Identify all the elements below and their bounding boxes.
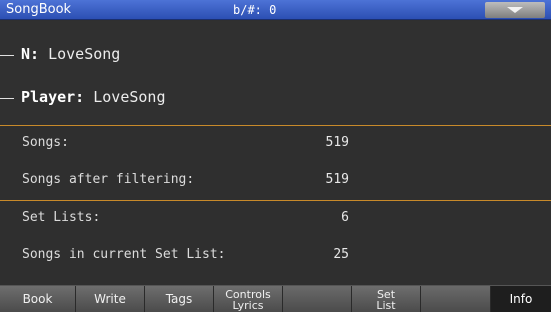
tab-lyrics-label: Lyrics	[232, 298, 264, 312]
n-marker-line	[0, 55, 14, 56]
tab-tags-label: Tags	[165, 292, 193, 306]
player-label: Player:	[21, 88, 85, 106]
tab-empty-1	[283, 286, 352, 312]
songs-value: 519	[325, 135, 349, 150]
n-name-field: N: LoveSong	[21, 45, 120, 63]
filtered-count-row: Songs after filtering: 519	[22, 172, 352, 187]
key-signature-indicator: b/#: 0	[233, 3, 277, 17]
tab-set-list[interactable]: Set List	[352, 286, 421, 312]
tab-info-label: Info	[509, 292, 533, 306]
setlists-label: Set Lists:	[22, 210, 101, 225]
filtered-label: Songs after filtering:	[22, 172, 195, 187]
tab-write[interactable]: Write	[76, 286, 145, 312]
tab-controls-label: Controls	[225, 287, 271, 301]
current-setlist-value: 25	[333, 247, 349, 262]
player-name-field: Player: LoveSong	[21, 88, 166, 106]
current-setlist-count-row: Songs in current Set List: 25	[22, 247, 352, 262]
tab-write-label: Write	[94, 292, 126, 306]
section-divider-middle	[0, 200, 551, 201]
title-bar: SongBook b/#: 0	[0, 0, 551, 20]
setlists-value: 6	[341, 210, 349, 225]
tab-info[interactable]: Info	[491, 286, 551, 312]
tab-book[interactable]: Book	[0, 286, 76, 312]
tab-tags[interactable]: Tags	[145, 286, 214, 312]
songs-count-row: Songs: 519	[22, 135, 352, 150]
tab-set-label: Set	[376, 287, 396, 301]
tab-controls-lyrics[interactable]: Controls Lyrics	[214, 286, 283, 312]
tab-empty-2	[421, 286, 491, 312]
song-name-panel: N: LoveSong Player: LoveSong	[0, 21, 551, 126]
current-setlist-label: Songs in current Set List:	[22, 247, 226, 262]
tab-book-label: Book	[22, 292, 53, 306]
songs-label: Songs:	[22, 135, 69, 150]
n-label: N:	[21, 45, 40, 63]
player-marker-line	[0, 98, 14, 99]
tab-bar: Book Write Tags Controls Lyrics Set List…	[0, 285, 551, 312]
filtered-value: 519	[325, 172, 349, 187]
tab-list-label: List	[376, 298, 396, 312]
player-value: LoveSong	[93, 88, 166, 106]
setlists-count-row: Set Lists: 6	[22, 210, 352, 225]
page-menu-button[interactable]	[485, 2, 545, 18]
n-value: LoveSong	[48, 45, 121, 63]
page-title: SongBook	[6, 2, 72, 17]
triangle-down-icon	[507, 7, 523, 13]
section-divider-top	[0, 125, 551, 126]
